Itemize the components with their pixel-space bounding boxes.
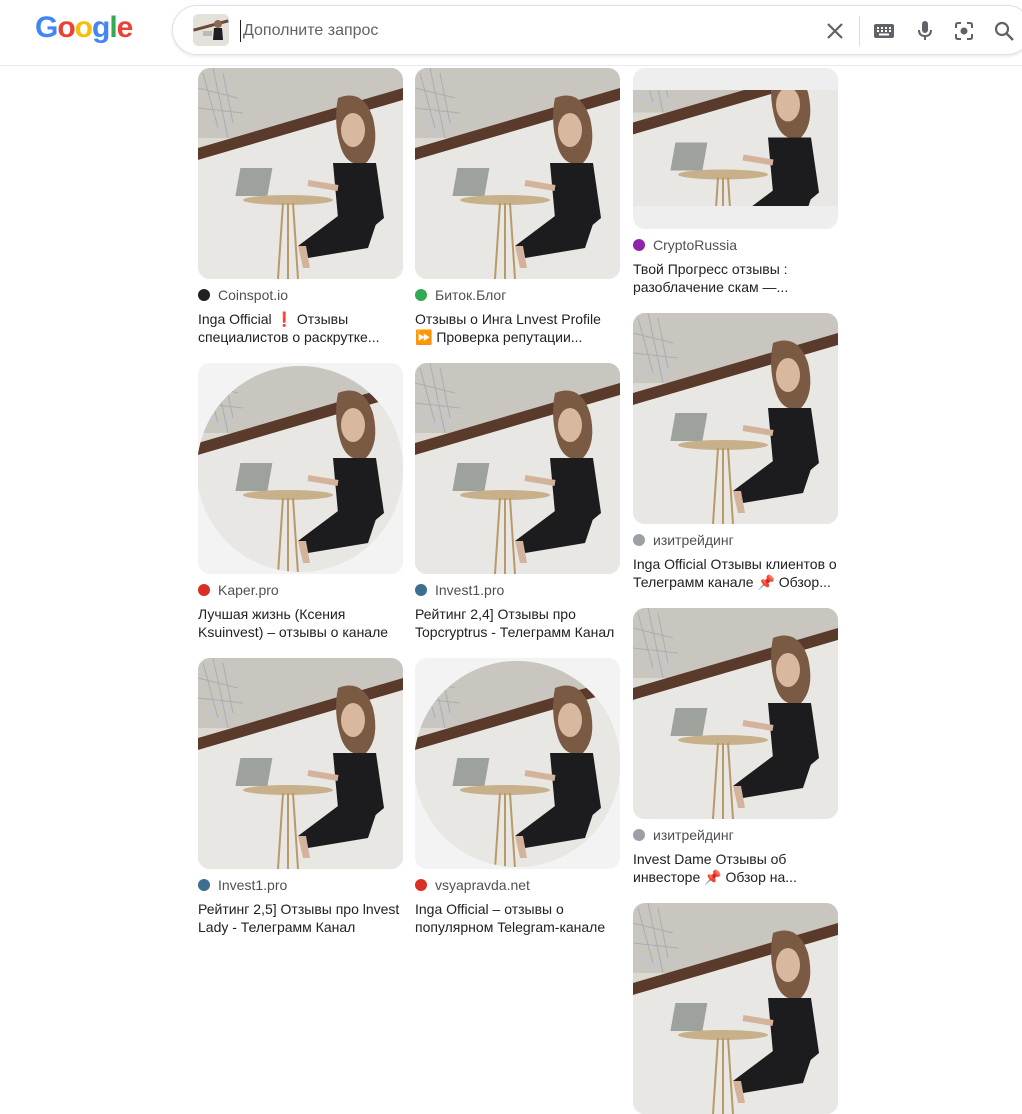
google-logo[interactable]: Google — [35, 9, 133, 47]
search-icon[interactable] — [992, 19, 1016, 43]
source-name: Invest1.pro — [435, 582, 505, 598]
result-image-wrapper[interactable] — [415, 658, 620, 869]
lens-icon[interactable] — [952, 19, 976, 43]
result-image[interactable] — [415, 658, 620, 869]
favicon-icon — [198, 584, 210, 596]
result-image[interactable] — [633, 608, 838, 819]
keyboard-icon[interactable] — [872, 19, 896, 43]
favicon-icon — [633, 239, 645, 251]
source-name: Invest1.pro — [218, 877, 288, 893]
favicon-icon — [198, 289, 210, 301]
microphone-icon[interactable] — [913, 19, 937, 43]
search-divider — [859, 16, 860, 46]
top-bar: Google — [0, 0, 1022, 66]
favicon-icon — [633, 829, 645, 841]
result-image[interactable] — [198, 363, 403, 574]
favicon-icon — [198, 879, 210, 891]
search-input[interactable] — [241, 16, 805, 46]
result-image-wrapper[interactable] — [198, 363, 403, 574]
result-image[interactable] — [198, 658, 403, 869]
result-source[interactable]: Kaper.pro — [198, 582, 403, 598]
result-card[interactable]: vsyapravda.net Inga Official – отзывы о п… — [415, 658, 620, 936]
result-image-wrapper[interactable] — [415, 363, 620, 574]
favicon-icon — [633, 534, 645, 546]
result-image[interactable] — [415, 68, 620, 279]
result-image[interactable] — [198, 68, 403, 279]
result-title[interactable]: Inga Official ❗ Отзывы специалистов о ра… — [198, 310, 403, 346]
search-box[interactable] — [172, 5, 1022, 55]
source-name: Биток.Блог — [435, 287, 507, 303]
result-title[interactable]: Рейтинг 2,5] Отзывы про lnvest Lady - Те… — [198, 900, 403, 936]
result-title[interactable]: Твой Прогресс отзывы : разоблачение скам… — [633, 260, 838, 296]
result-card[interactable]: Invest1.pro Рейтинг 2,4] Отзывы про Topcr… — [415, 363, 620, 641]
result-image-wrapper[interactable] — [415, 68, 620, 279]
result-title[interactable]: Отзывы о Инга Lnvest Profile ⏩ Проверка … — [415, 310, 620, 346]
logo-text: Google — [35, 11, 133, 44]
result-image[interactable] — [633, 903, 838, 1114]
favicon-icon — [415, 584, 427, 596]
result-image[interactable] — [633, 90, 838, 206]
result-card[interactable]: Биток.Блог Отзывы о Инга Lnvest Profile ⏩… — [415, 68, 620, 346]
result-title[interactable]: Inga Official – отзывы о популярном Tele… — [415, 900, 620, 936]
result-source[interactable]: изитрейдинг — [633, 827, 838, 843]
result-image-wrapper[interactable] — [633, 608, 838, 819]
source-name: изитрейдинг — [653, 827, 734, 843]
favicon-icon — [415, 289, 427, 301]
source-name: Coinspot.io — [218, 287, 289, 303]
result-source[interactable]: Invest1.pro — [415, 582, 620, 598]
result-source[interactable]: Coinspot.io — [198, 287, 403, 303]
result-title[interactable]: Invest Dame Отзывы об инвесторе 📌 Обзор … — [633, 850, 838, 886]
result-title[interactable]: Рейтинг 2,4] Отзывы про Topcryptrus - Те… — [415, 605, 620, 641]
result-image-wrapper[interactable] — [633, 313, 838, 524]
result-image-wrapper[interactable] — [198, 658, 403, 869]
result-source[interactable]: CryptoRussia — [633, 237, 838, 253]
close-icon[interactable] — [823, 19, 847, 43]
result-card[interactable]: Coinspot.io Inga Official ❗ Отзывы специа… — [198, 68, 403, 346]
favicon-icon — [415, 879, 427, 891]
query-image-thumbnail[interactable] — [193, 14, 229, 46]
result-image-wrapper[interactable] — [198, 68, 403, 279]
result-card[interactable]: изитрейдинг Invest Dame Отзывы об инвесто… — [633, 608, 838, 886]
source-name: CryptoRussia — [653, 237, 738, 253]
result-card[interactable]: изитрейдинг Inga Official Отзывы клиентов… — [633, 313, 838, 591]
result-source[interactable]: изитрейдинг — [633, 532, 838, 548]
result-source[interactable]: Invest1.pro — [198, 877, 403, 893]
result-card[interactable]: Kaper.pro Лучшая жизнь (Ксения Ksuinvest)… — [198, 363, 403, 641]
result-image-wrapper[interactable] — [633, 68, 838, 229]
source-name: изитрейдинг — [653, 532, 734, 548]
source-name: Kaper.pro — [218, 582, 279, 598]
result-card[interactable]: CryptoRussia Твой Прогресс отзывы : разоб… — [633, 68, 838, 296]
result-source[interactable]: vsyapravda.net — [415, 877, 620, 893]
result-title[interactable]: Inga Official Отзывы клиентов о Телеграм… — [633, 555, 838, 591]
result-card[interactable]: Invest1.pro Рейтинг 2,5] Отзывы про lnves… — [198, 658, 403, 936]
result-card[interactable] — [633, 903, 838, 1114]
source-name: vsyapravda.net — [435, 877, 530, 893]
result-image-wrapper[interactable] — [633, 903, 838, 1114]
result-image[interactable] — [633, 313, 838, 524]
result-image[interactable] — [415, 363, 620, 574]
result-source[interactable]: Биток.Блог — [415, 287, 620, 303]
result-title[interactable]: Лучшая жизнь (Ксения Ksuinvest) – отзывы… — [198, 605, 403, 641]
